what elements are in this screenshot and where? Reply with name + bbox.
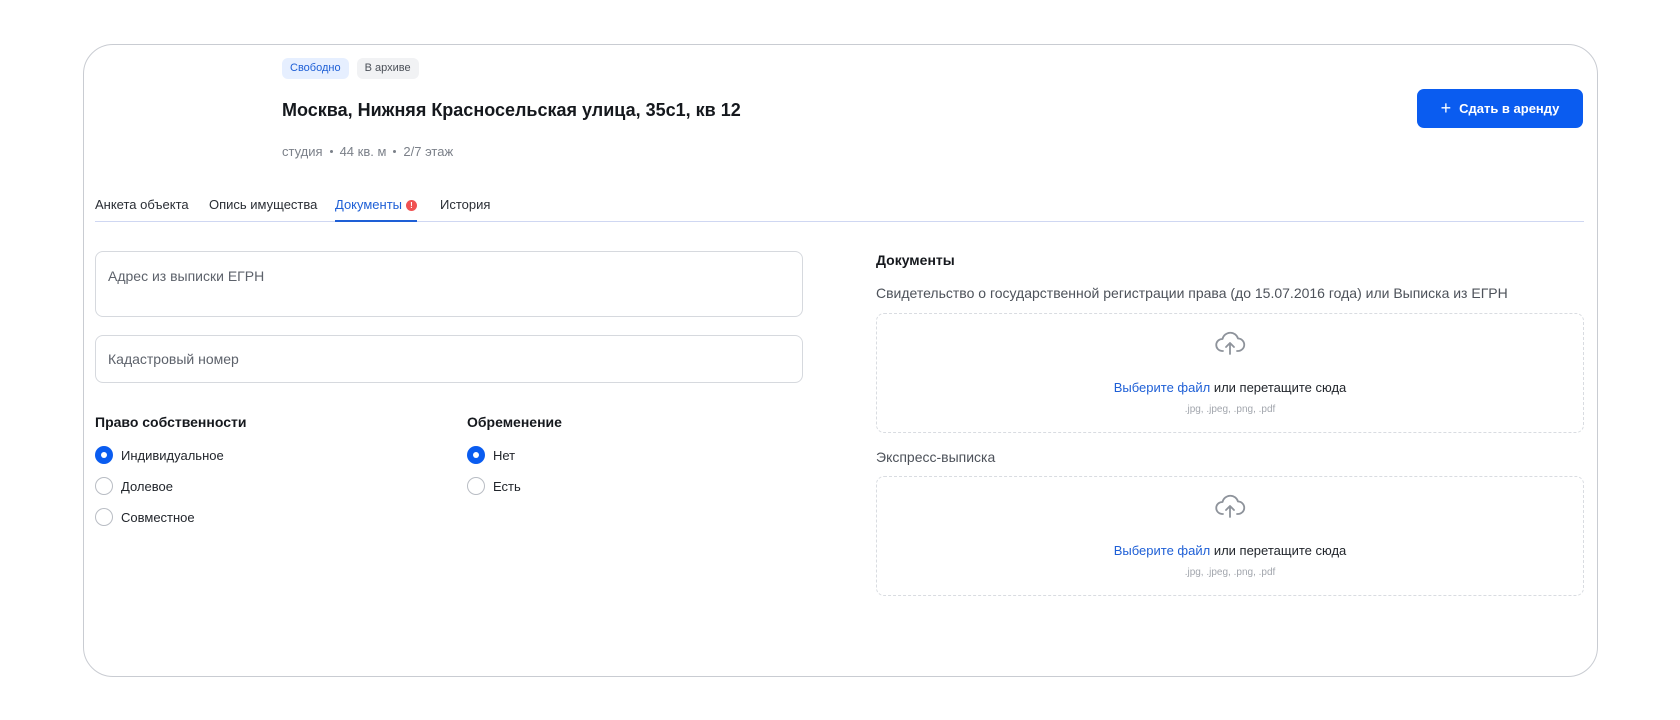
object-meta: студия 44 кв. м 2/7 этаж bbox=[282, 144, 453, 159]
tab-label: Документы bbox=[335, 197, 403, 212]
radio-label: Есть bbox=[493, 478, 521, 494]
choose-file-link[interactable]: Выберите файл bbox=[1114, 380, 1210, 395]
cloud-upload-icon bbox=[1215, 494, 1246, 518]
encumbrance-option-no[interactable]: Нет bbox=[467, 446, 515, 464]
status-badge-archive: В архиве bbox=[356, 58, 419, 79]
encumbrance-title: Обременение bbox=[467, 414, 562, 430]
documents-title: Документы bbox=[876, 252, 955, 268]
choose-file-link[interactable]: Выберите файл bbox=[1114, 543, 1210, 558]
object-area: 44 кв. м bbox=[339, 144, 387, 159]
status-badge-free: Свободно bbox=[282, 58, 349, 79]
cloud-upload-icon bbox=[1215, 331, 1246, 355]
egrn-address-placeholder: Адрес из выписки ЕГРН bbox=[108, 268, 265, 284]
dropzone-text: Выберите файл или перетащите сюда bbox=[877, 543, 1583, 558]
page-title: Москва, Нижняя Красносельская улица, 35с… bbox=[282, 100, 741, 120]
tab-documents[interactable]: Документы! bbox=[335, 197, 418, 222]
separator-dot bbox=[393, 150, 397, 153]
tab-history[interactable]: История bbox=[440, 197, 490, 222]
doc-label-express: Экспресс-выписка bbox=[876, 449, 996, 465]
tab-object-form[interactable]: Анкета объекта bbox=[95, 197, 189, 222]
ownership-option-shared[interactable]: Долевое bbox=[95, 477, 173, 495]
encumbrance-option-yes[interactable]: Есть bbox=[467, 477, 521, 495]
separator-dot bbox=[329, 150, 333, 153]
radio-label: Совместное bbox=[121, 509, 195, 525]
file-types: .jpg, .jpeg, .png, .pdf bbox=[1184, 404, 1276, 415]
tab-label: Анкета объекта bbox=[95, 197, 189, 212]
drop-hint: или перетащите сюда bbox=[1213, 380, 1347, 395]
rent-out-label: Сдать в аренду bbox=[1459, 101, 1560, 116]
file-dropzone-express[interactable]: Выберите файл или перетащите сюда .jpg, … bbox=[876, 476, 1584, 596]
tabs: Анкета объекта Опись имущества Документы… bbox=[95, 197, 1584, 222]
radio-label: Нет bbox=[493, 447, 516, 463]
radio-checked[interactable] bbox=[95, 446, 113, 464]
drop-hint: или перетащите сюда bbox=[1213, 543, 1347, 558]
object-type: студия bbox=[282, 144, 323, 159]
status-badges: Свободно В архиве bbox=[282, 58, 419, 79]
radio-checked[interactable] bbox=[467, 446, 485, 464]
tab-label: Опись имущества bbox=[209, 197, 318, 212]
file-dropzone-egrn[interactable]: Выберите файл или перетащите сюда .jpg, … bbox=[876, 313, 1584, 433]
egrn-address-input[interactable]: Адрес из выписки ЕГРН bbox=[95, 251, 803, 317]
ownership-option-joint[interactable]: Совместное bbox=[95, 508, 195, 526]
object-floor: 2/7 этаж bbox=[403, 144, 454, 159]
rent-out-button[interactable]: + Сдать в аренду bbox=[1417, 89, 1583, 128]
radio-unchecked[interactable] bbox=[95, 508, 113, 526]
radio-label: Долевое bbox=[121, 478, 173, 494]
ownership-title: Право собственности bbox=[95, 414, 247, 430]
radio-unchecked[interactable] bbox=[95, 477, 113, 495]
dropzone-text: Выберите файл или перетащите сюда bbox=[877, 380, 1583, 395]
tab-inventory[interactable]: Опись имущества bbox=[209, 197, 317, 222]
radio-unchecked[interactable] bbox=[467, 477, 485, 495]
cadastral-number-placeholder: Кадастровый номер bbox=[108, 351, 239, 367]
plus-icon: + bbox=[1440, 97, 1452, 118]
cadastral-number-input[interactable]: Кадастровый номер bbox=[95, 335, 803, 383]
tab-label: История bbox=[440, 197, 491, 212]
radio-label: Индивидуальное bbox=[121, 447, 224, 463]
ownership-option-individual[interactable]: Индивидуальное bbox=[95, 446, 224, 464]
alert-icon: ! bbox=[406, 200, 418, 211]
doc-label-egrn: Свидетельство о государственной регистра… bbox=[876, 285, 1508, 301]
file-types: .jpg, .jpeg, .png, .pdf bbox=[1184, 567, 1276, 578]
